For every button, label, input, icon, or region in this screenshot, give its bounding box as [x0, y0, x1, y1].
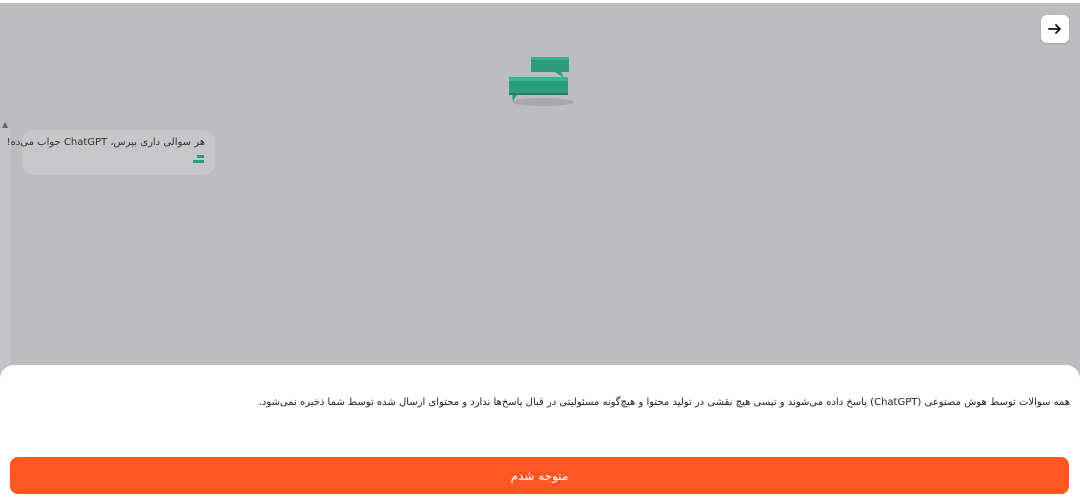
disclaimer-text: همه سوالات توسط هوش مصنوعی (ChatGPT) پاس…: [258, 397, 1070, 408]
welcome-message-text: هر سوالی داری بپرس، ChatGPT جواب می‌ده!: [6, 137, 205, 148]
side-scroll-track: [0, 128, 11, 378]
confirm-button[interactable]: متوجه شدم: [10, 457, 1069, 494]
arrow-right-icon: [1048, 24, 1061, 34]
chat-bubbles-logo-icon: [509, 57, 574, 106]
disclaimer-sheet: همه سوالات توسط هوش مصنوعی (ChatGPT) پاس…: [0, 365, 1080, 502]
chat-bubbles-small-icon: [193, 155, 204, 163]
back-button[interactable]: [1041, 15, 1069, 43]
welcome-message-bubble: هر سوالی داری بپرس، ChatGPT جواب می‌ده!: [6, 130, 215, 175]
caret-up-icon: ▲: [2, 120, 9, 129]
